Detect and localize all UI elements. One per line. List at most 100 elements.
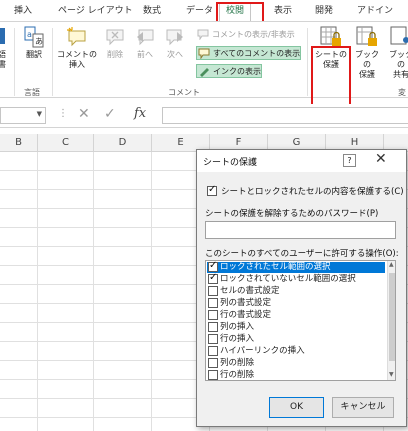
protect-sheet-checkbox[interactable] [207,184,217,196]
permission-checkbox[interactable] [208,261,218,272]
previous-arrow-icon [134,26,156,48]
permission-checkbox[interactable] [208,334,218,344]
show-hide-comment-label: コメントの表示/非表示 [212,30,295,39]
delete-comment-button[interactable]: 削除 [102,26,128,60]
sheet-lock-icon [320,26,342,48]
permission-checkbox[interactable] [208,322,218,332]
password-field[interactable] [205,221,396,239]
permission-label: ハイパーリンクの挿入 [220,346,305,356]
next-label: 次へ [167,50,183,59]
formula-bar: ▼ ⋮ ✕ ✓ fx [0,104,408,128]
formula-input[interactable] [162,107,408,124]
language-group-label: 言語 [24,88,40,97]
permission-item[interactable]: ロックされていないセル範囲の選択 [207,272,385,285]
share-workbook-label-1: ブックの [389,50,408,69]
permissions-label: このシートのすべてのユーザーに許可する操作(O): [205,249,399,259]
share-workbook-button[interactable]: ブックの 共有 [386,26,408,80]
enter-check-icon[interactable]: ✓ [104,106,116,122]
permission-item[interactable]: 行の挿入 [207,334,385,345]
comment-icon [197,29,209,41]
translate-icon: a あ [23,26,45,48]
spelling-label-2: 書 [0,60,6,69]
ok-button[interactable]: OK [269,397,324,418]
column-header-b[interactable]: B [0,134,38,152]
show-all-comments-button[interactable]: すべてのコメントの表示 [196,46,302,60]
permission-checkbox[interactable] [208,358,218,368]
permissions-scrollbar[interactable]: ▲ ▼ [387,261,395,380]
delete-label: 削除 [107,50,123,59]
protect-sheet-highlight-box [311,46,351,108]
show-ink-button[interactable]: インクの表示 [196,64,262,78]
permission-label: 行の挿入 [220,334,255,344]
tab-page-layout[interactable]: ページ レイアウト [58,3,133,22]
tab-addins[interactable]: アドイン [357,3,393,22]
spelling-button-partial[interactable]: 語 書 [0,26,8,70]
permission-item[interactable]: セルの書式設定 [207,286,385,297]
new-comment-label-1: コメントの [57,50,97,59]
permission-label: セルの書式設定 [220,286,280,296]
group-separator [52,28,53,96]
permissions-list[interactable]: ロックされたセル範囲の選択 ロックされていないセル範囲の選択 セルの書式設定 列… [205,260,396,381]
column-header-c[interactable]: C [38,134,94,152]
translate-button[interactable]: a あ 翻訳 [20,26,48,60]
protect-workbook-label-2: 保護 [359,70,375,79]
delete-comment-icon [104,26,126,48]
permission-item[interactable]: 列の削除 [207,358,385,369]
previous-label: 前へ [137,50,153,59]
dialog-title-bar[interactable]: シートの保護 ? ✕ [197,150,406,172]
insert-function-button[interactable]: fx [134,106,146,121]
permission-checkbox[interactable] [208,298,218,308]
permission-checkbox[interactable] [208,272,218,284]
scrollbar-thumb[interactable] [389,273,395,361]
svg-text:あ: あ [35,37,43,46]
tab-view[interactable]: 表示 [274,3,292,22]
ribbon-tab-bar: 挿入 ページ レイアウト 数式 データ 校閲 表示 開発 アドイン [0,0,408,22]
permission-checkbox[interactable] [208,310,218,320]
show-all-comments-label: すべてのコメントの表示 [213,49,301,58]
show-hide-comment-button[interactable]: コメントの表示/非表示 [196,28,295,42]
protect-sheet-dialog: シートの保護 ? ✕ シートとロックされたセルの内容を保護する(C) シートの保… [196,149,407,427]
tab-insert[interactable]: 挿入 [14,3,32,22]
protect-workbook-label-1: ブックの [355,50,379,69]
new-comment-button[interactable]: コメントの 挿入 [56,26,98,70]
share-workbook-icon [390,26,408,48]
cancel-button[interactable]: キャンセル [332,397,394,418]
tab-data[interactable]: データ [186,3,213,22]
help-button[interactable]: ? [343,154,356,167]
name-box-dropdown-icon[interactable]: ▼ [37,110,42,118]
permission-item[interactable]: 行の書式設定 [207,310,385,321]
permission-label: ロックされたセル範囲の選択 [220,262,331,272]
group-separator [307,28,308,96]
permission-checkbox[interactable] [208,346,218,356]
permission-label: 行の書式設定 [220,310,272,320]
permission-item[interactable]: 列の書式設定 [207,298,385,309]
name-box[interactable]: ▼ [0,107,46,124]
previous-comment-button[interactable]: 前へ [132,26,158,60]
formula-bar-grip-icon: ⋮ [58,108,68,119]
column-header-d[interactable]: D [94,134,152,152]
new-comment-label-2: 挿入 [69,60,85,69]
permission-label: 列の書式設定 [220,298,272,308]
scroll-down-icon[interactable]: ▼ [389,371,394,378]
comments-icon [198,48,210,60]
permission-item[interactable]: ハイパーリンクの挿入 [207,346,385,357]
permission-label: 列の挿入 [220,322,255,332]
password-label: シートの保護を解除するためのパスワード(P) [205,209,379,219]
next-arrow-icon [164,26,186,48]
cancel-x-icon[interactable]: ✕ [78,106,90,122]
permission-checkbox[interactable] [208,286,218,296]
permission-checkbox[interactable] [208,370,218,380]
permission-item[interactable]: ロックされたセル範囲の選択 [207,261,385,273]
new-comment-icon [66,26,88,48]
comment-group-label: コメント [168,88,200,97]
permission-item[interactable]: 行の削除 [207,370,385,380]
show-ink-label: インクの表示 [213,67,261,76]
permission-item[interactable]: 列の挿入 [207,322,385,333]
tab-formulas[interactable]: 数式 [143,3,161,22]
scroll-up-icon[interactable]: ▲ [389,261,394,268]
next-comment-button[interactable]: 次へ [162,26,188,60]
protect-workbook-button[interactable]: ブックの 保護 [352,26,382,80]
close-icon[interactable]: ✕ [375,151,387,167]
protect-sheet-checkbox-label: シートとロックされたセルの内容を保護する(C) [221,187,404,197]
tab-developer[interactable]: 開発 [315,3,333,22]
